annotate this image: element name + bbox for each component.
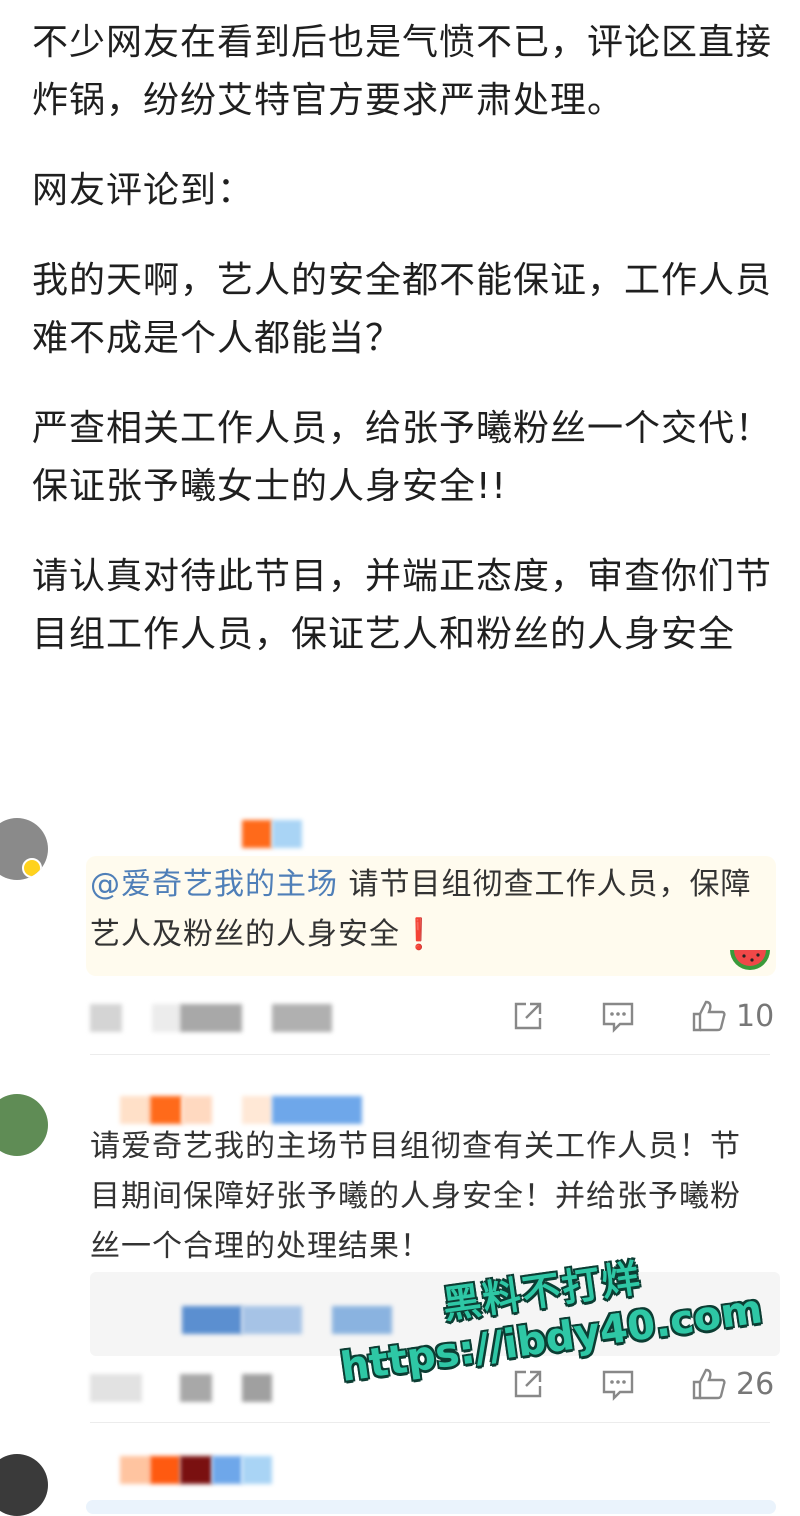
article-paragraph: 网友评论到： [32, 170, 255, 211]
share-button[interactable] [510, 998, 546, 1034]
blurred-username [182, 1096, 212, 1124]
blurred-meta [180, 1004, 242, 1032]
blurred-reply [242, 1306, 302, 1334]
article-paragraph: 我的天啊，艺人的安全都不能保证，工作人员难不成是个人都能当？ [32, 260, 773, 359]
article-body: 不少网友在看到后也是气愤不已，评论区直接炸锅，纷纷艾特官方要求严肃处理。 网友评… [32, 14, 772, 696]
avatar[interactable] [0, 818, 48, 880]
blurred-meta [272, 1004, 332, 1032]
like-icon [692, 1000, 726, 1032]
blurred-meta [242, 1374, 272, 1402]
blurred-meta [90, 1374, 142, 1402]
blurred-reply [182, 1306, 242, 1334]
avatar[interactable] [0, 1454, 48, 1516]
comment-highlight [86, 1500, 776, 1514]
like-count: 26 [736, 1366, 775, 1402]
blurred-username [180, 1456, 212, 1484]
like-icon [692, 1368, 726, 1400]
comment-actions: 10 [90, 998, 780, 1038]
blurred-username [150, 1096, 182, 1124]
blurred-username [150, 1456, 180, 1484]
divider [90, 1054, 770, 1055]
blurred-username [120, 1456, 150, 1484]
comment-icon [602, 1002, 634, 1033]
blurred-meta [152, 1004, 180, 1032]
comment-text: @爱奇艺我的主场 请节目组彻查工作人员，保障艺人及粉丝的人身安全❗ [90, 860, 770, 960]
blurred-username [120, 1096, 150, 1124]
watermelon-icon [730, 950, 770, 970]
avatar[interactable] [0, 1094, 48, 1156]
blurred-username [242, 1096, 272, 1124]
blurred-username [242, 1456, 272, 1484]
blurred-username [212, 1456, 242, 1484]
blurred-meta [180, 1374, 212, 1402]
mention-link[interactable]: @爱奇艺我的主场 [90, 867, 338, 902]
blurred-username [272, 1096, 362, 1124]
vip-badge-icon [22, 858, 42, 878]
blurred-username [242, 820, 272, 848]
like-button[interactable]: 26 [690, 1366, 774, 1402]
blurred-username [272, 820, 302, 848]
comment-button[interactable] [600, 998, 636, 1034]
exclamation-emoji: ❗ [400, 917, 439, 952]
like-button[interactable]: 10 [690, 998, 774, 1034]
article-paragraph: 严查相关工作人员，给张予曦粉丝一个交代！保证张予曦女士的人身安全!! [32, 408, 773, 507]
article-paragraph: 不少网友在看到后也是气愤不已，评论区直接炸锅，纷纷艾特官方要求严肃处理。 [32, 22, 773, 121]
divider [90, 1422, 770, 1423]
share-icon [514, 1002, 542, 1030]
article-paragraph: 请认真对待此节目，并端正态度，审查你们节目组工作人员，保证艺人和粉丝的人身安全 [32, 556, 773, 655]
like-count: 10 [736, 998, 775, 1034]
blurred-meta [90, 1004, 122, 1032]
